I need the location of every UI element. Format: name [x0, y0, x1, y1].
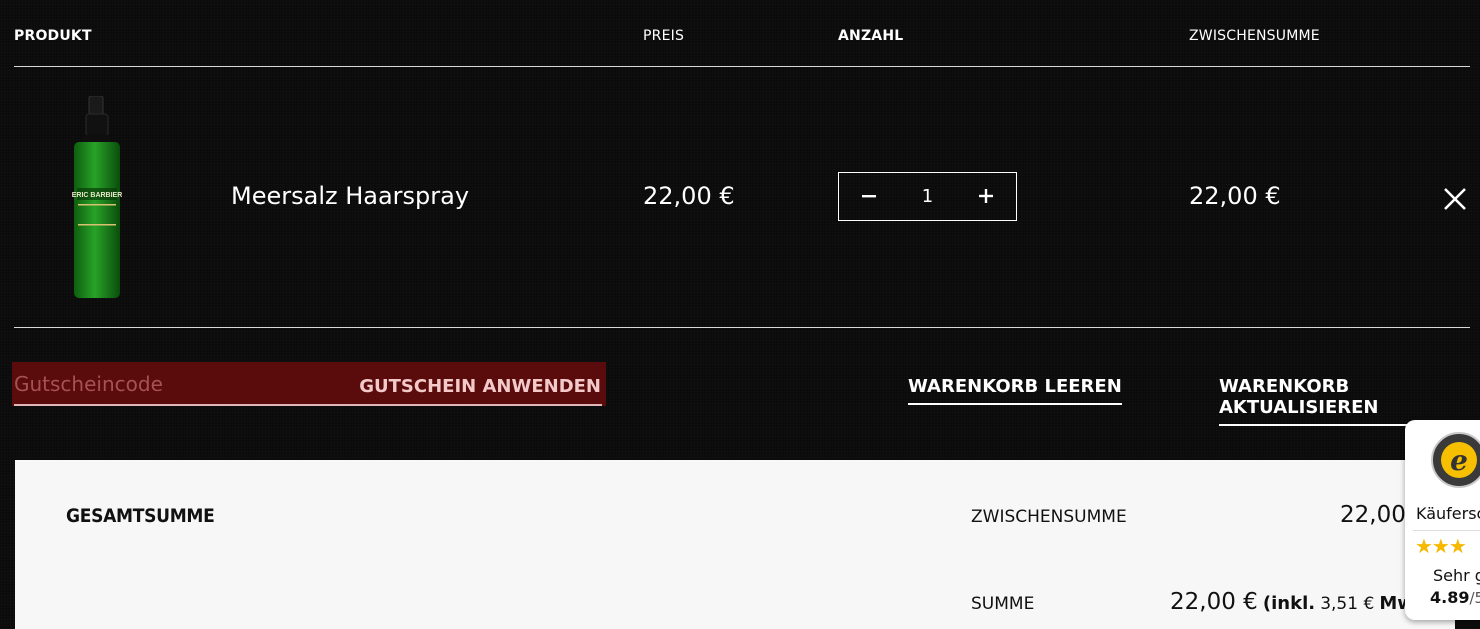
quantity-stepper[interactable]: 1: [838, 172, 1017, 221]
apply-coupon-button[interactable]: GUTSCHEIN ANWENDEN: [359, 376, 601, 397]
svg-text:ERIC BARBIER: ERIC BARBIER: [72, 192, 122, 199]
star-rating-icon: ★★★: [1415, 534, 1467, 558]
product-price: 22,00 €: [643, 182, 735, 210]
empty-cart-button[interactable]: WARENKORB LEEREN: [908, 376, 1122, 405]
trusted-shops-label: Käufersc: [1416, 504, 1480, 523]
totals-sum-value: 22,00 €: [1170, 589, 1258, 615]
column-header-price: PREIS: [643, 28, 685, 44]
totals-sum-line: 22,00 € (inkl. 3,51 € MwSt: [1170, 589, 1435, 615]
trusted-shops-seal-icon: e: [1431, 432, 1480, 488]
quantity-increase-button[interactable]: [956, 173, 1016, 219]
minus-icon: [862, 195, 876, 198]
header-divider: [14, 66, 1470, 67]
column-header-quantity: ANZAHL: [838, 28, 904, 44]
spray-bottle-icon: ERIC BARBIER: [72, 95, 122, 298]
row-divider: [14, 327, 1470, 328]
trusted-shops-rating-text: Sehr g: [1433, 566, 1480, 585]
cart-totals-title: GESAMTSUMME: [66, 505, 215, 527]
tax-prefix: (inkl.: [1262, 593, 1316, 614]
coupon-code-input[interactable]: [14, 368, 374, 400]
tax-value: 3,51 €: [1320, 594, 1375, 614]
quantity-decrease-button[interactable]: [839, 173, 899, 219]
trusted-shops-score: 4.89/5.: [1430, 588, 1480, 607]
coupon-form: GUTSCHEIN ANWENDEN: [12, 362, 606, 406]
column-header-subtotal: ZWISCHENSUMME: [1189, 28, 1320, 44]
totals-subtotal-label: ZWISCHENSUMME: [971, 507, 1127, 527]
column-header-product: PRODUKT: [14, 28, 92, 44]
totals-sum-label: SUMME: [971, 594, 1035, 614]
plus-icon: [979, 189, 993, 203]
trusted-shops-badge[interactable]: e Käufersc ★★★ Sehr g 4.89/5.: [1405, 420, 1480, 620]
product-image[interactable]: ERIC BARBIER: [72, 95, 122, 300]
product-subtotal: 22,00 €: [1189, 182, 1281, 210]
quantity-value[interactable]: 1: [899, 173, 956, 219]
trusted-shops-divider: [1413, 530, 1480, 531]
totals-subtotal-value: 22,00: [1340, 502, 1406, 528]
update-cart-button[interactable]: WARENKORB AKTUALISIEREN: [1219, 376, 1480, 426]
close-icon: [1444, 188, 1466, 210]
coupon-underline: [14, 404, 602, 406]
remove-item-button[interactable]: [1441, 185, 1469, 213]
product-name[interactable]: Meersalz Haarspray: [231, 182, 469, 210]
